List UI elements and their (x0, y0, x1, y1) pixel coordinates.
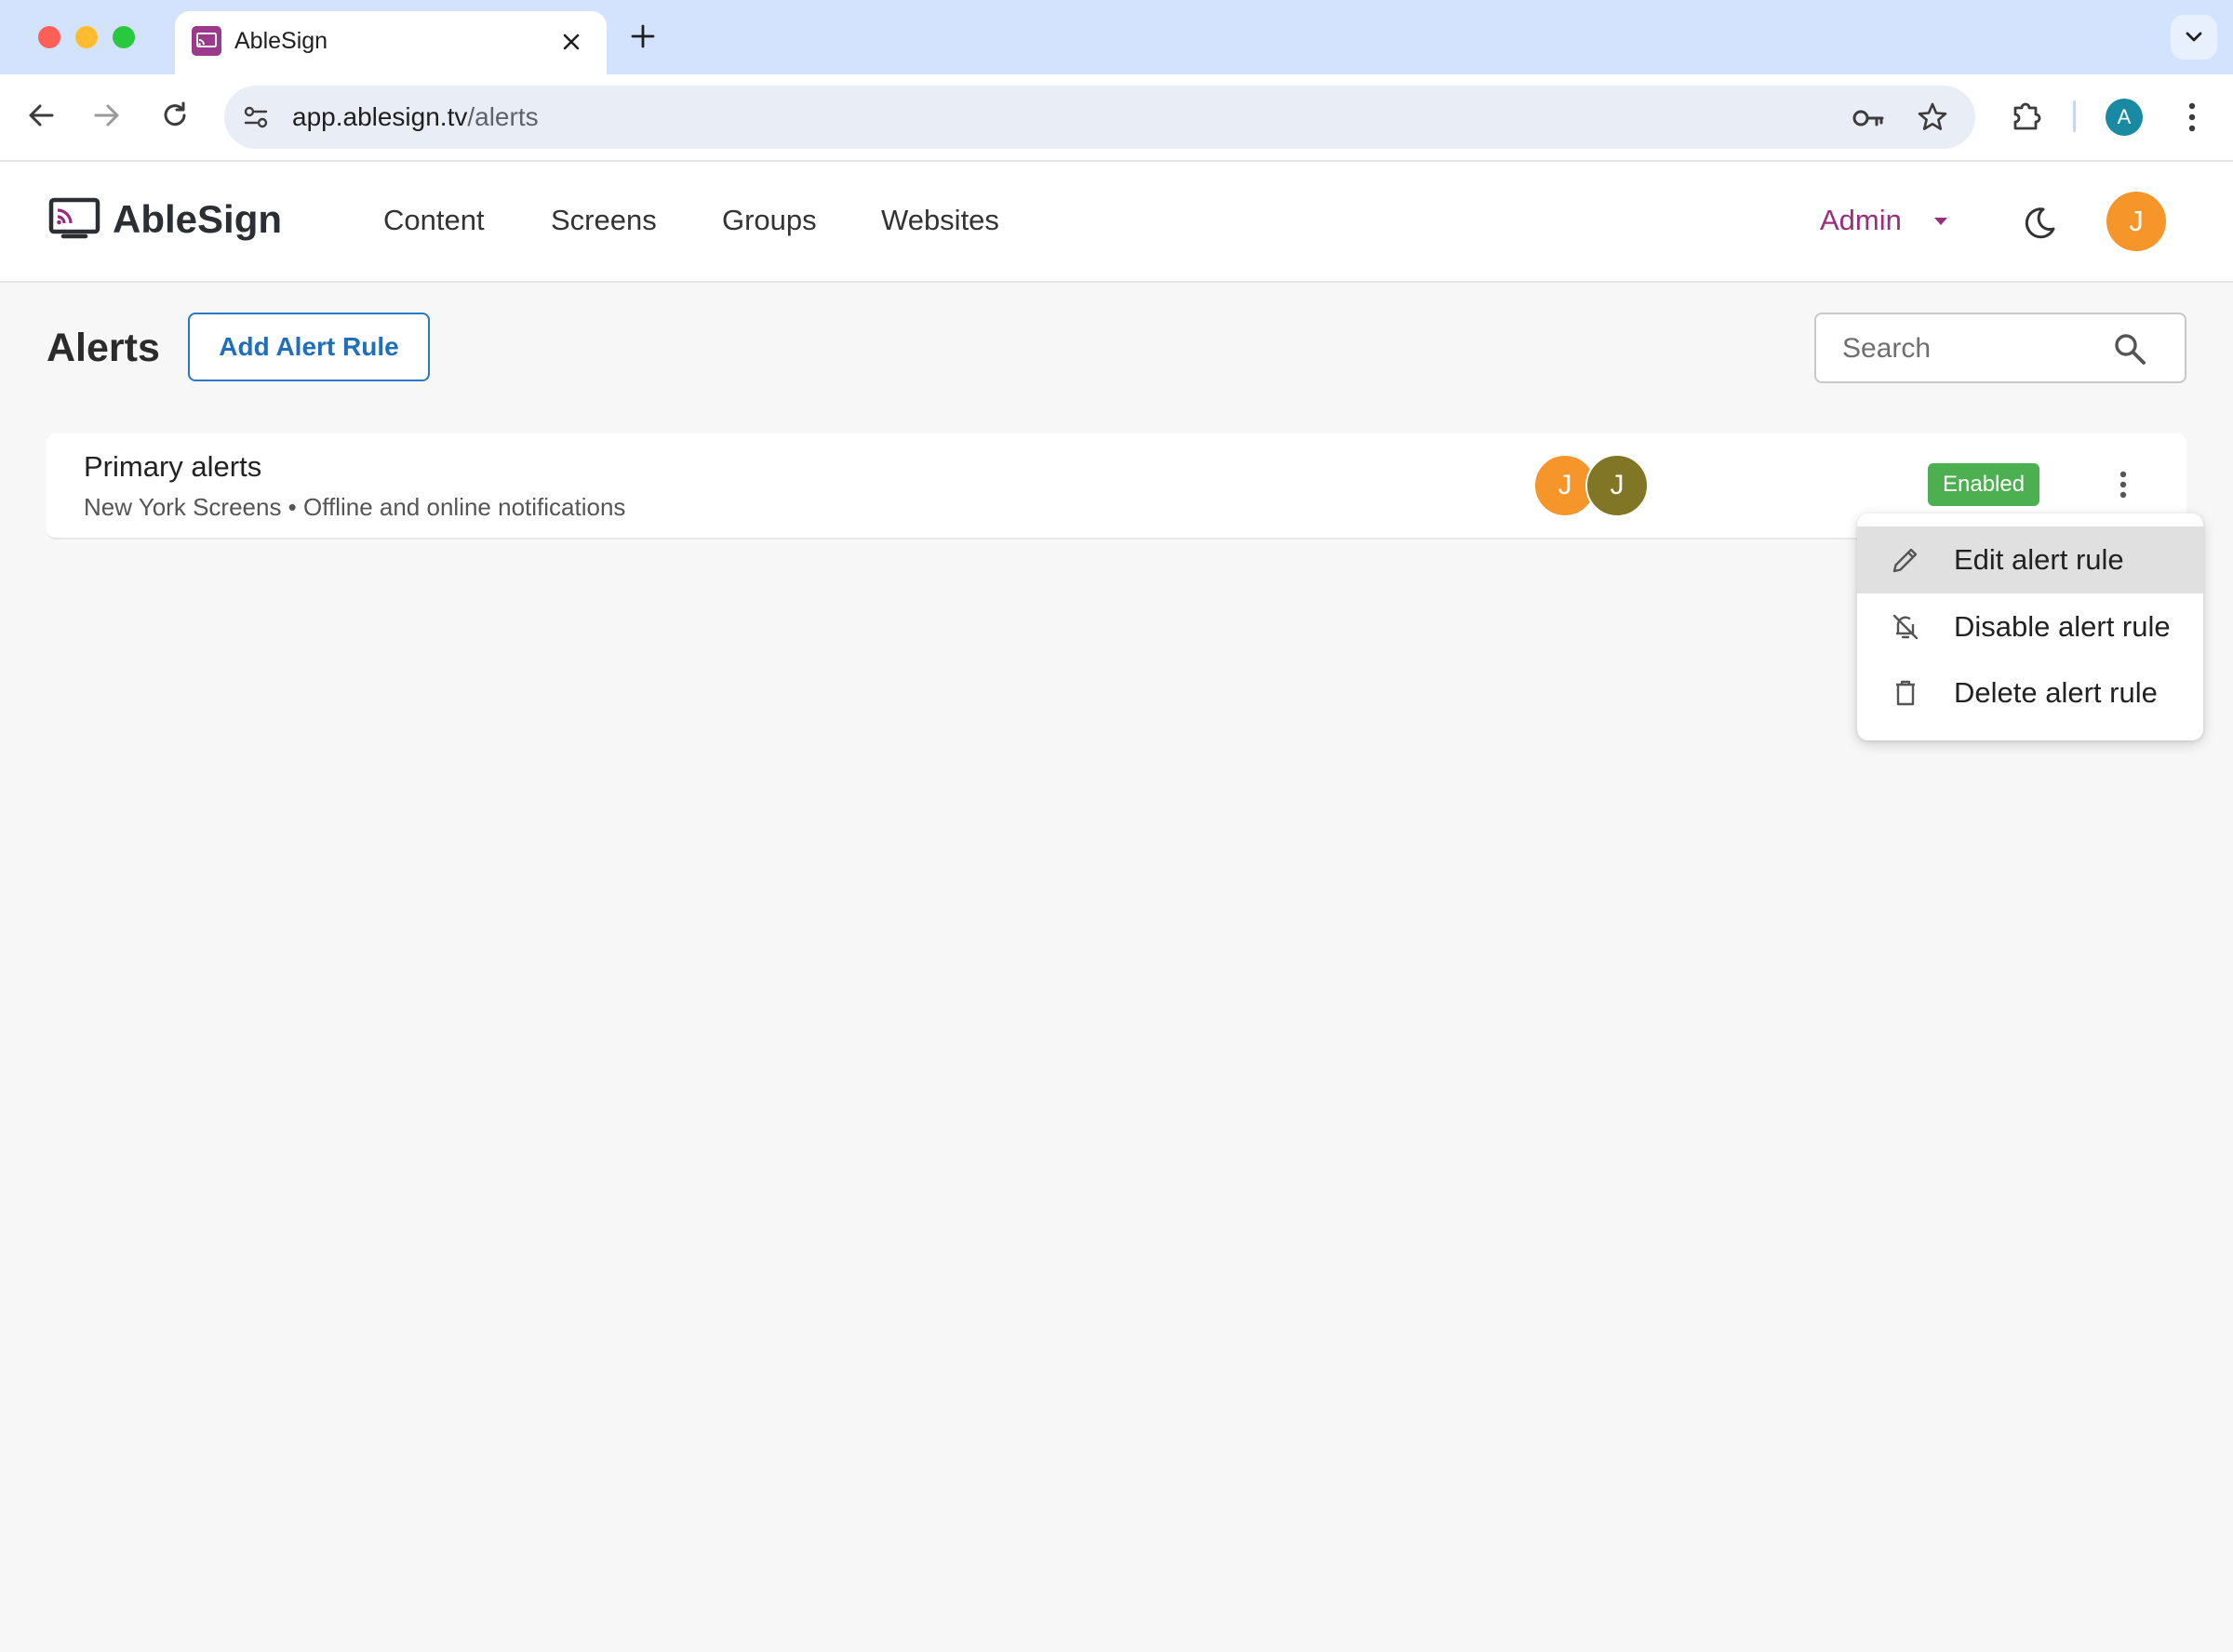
browser-toolbar: app.ablesign.tv/alerts A (0, 74, 2233, 162)
menu-label-edit: Edit alert rule (1954, 543, 2124, 576)
window-maximize-button[interactable] (113, 26, 135, 48)
menu-item-edit-alert-rule[interactable]: Edit alert rule (1857, 526, 2203, 593)
bell-off-icon (1892, 614, 1919, 640)
alert-rule-context-menu: Edit alert rule Disable alert rule Delet… (1857, 513, 2203, 740)
menu-item-disable-alert-rule[interactable]: Disable alert rule (1857, 593, 2203, 660)
trash-icon (1896, 680, 1915, 706)
ablesign-logo-icon[interactable] (48, 197, 100, 242)
window-close-button[interactable] (38, 26, 60, 48)
url-host: app.ablesign.tv (292, 102, 468, 131)
more-vert-icon[interactable] (2106, 467, 2140, 502)
bookmark-star-icon[interactable] (1916, 100, 1949, 134)
toolbar-separator (2073, 100, 2076, 132)
back-arrow-icon[interactable] (24, 99, 58, 132)
page-title: Alerts (47, 326, 160, 370)
pencil-icon (1892, 548, 1918, 573)
caret-down-icon[interactable] (1930, 214, 1952, 229)
nav-content[interactable]: Content (383, 201, 485, 240)
extensions-puzzle-icon[interactable] (2008, 97, 2045, 134)
add-alert-rule-button[interactable]: Add Alert Rule (188, 313, 430, 381)
browser-profile-avatar[interactable]: A (2106, 99, 2143, 136)
alert-rule-description: New York Screens • Offline and online no… (84, 493, 626, 521)
status-badge: Enabled (1928, 463, 2040, 506)
site-info-tune-icon[interactable] (239, 100, 273, 134)
forward-arrow-icon[interactable] (90, 99, 124, 132)
menu-label-disable: Disable alert rule (1954, 610, 2171, 643)
address-bar[interactable]: app.ablesign.tv/alerts (224, 86, 1975, 149)
alert-rule-name: Primary alerts (84, 450, 262, 483)
ablesign-favicon-icon (192, 26, 221, 56)
url-path: /alerts (467, 102, 539, 131)
search-icon[interactable] (2112, 331, 2147, 366)
browser-tab[interactable]: AbleSign (175, 11, 607, 74)
chevron-down-icon (2186, 32, 2202, 42)
password-key-icon[interactable] (1851, 101, 1886, 135)
tab-title: AbleSign (234, 28, 328, 54)
browser-titlebar: AbleSign (0, 0, 2233, 74)
url-text: app.ablesign.tv/alerts (292, 86, 539, 149)
role-dropdown[interactable]: Admin (1820, 201, 1902, 240)
nav-websites[interactable]: Websites (881, 201, 999, 240)
search-box[interactable] (1814, 313, 2186, 383)
search-input[interactable] (1840, 326, 2123, 372)
new-tab-plus-icon[interactable] (629, 22, 657, 50)
nav-screens[interactable]: Screens (551, 201, 657, 240)
user-avatar[interactable]: J (2106, 192, 2166, 251)
tab-search-button[interactable] (2171, 15, 2217, 60)
moon-icon[interactable] (2021, 205, 2058, 242)
reload-icon[interactable] (158, 99, 192, 132)
app-header: AbleSign Content Screens Groups Websites… (0, 162, 2233, 283)
menu-item-delete-alert-rule[interactable]: Delete alert rule (1857, 659, 2203, 726)
tab-close-icon[interactable] (559, 30, 583, 54)
nav-groups[interactable]: Groups (722, 201, 817, 240)
recipient-avatar: J (1585, 454, 1649, 517)
browser-menu-icon[interactable] (2177, 99, 2207, 136)
menu-label-delete: Delete alert rule (1954, 676, 2158, 709)
logo-text[interactable]: AbleSign (113, 195, 282, 244)
window-minimize-button[interactable] (75, 26, 98, 48)
